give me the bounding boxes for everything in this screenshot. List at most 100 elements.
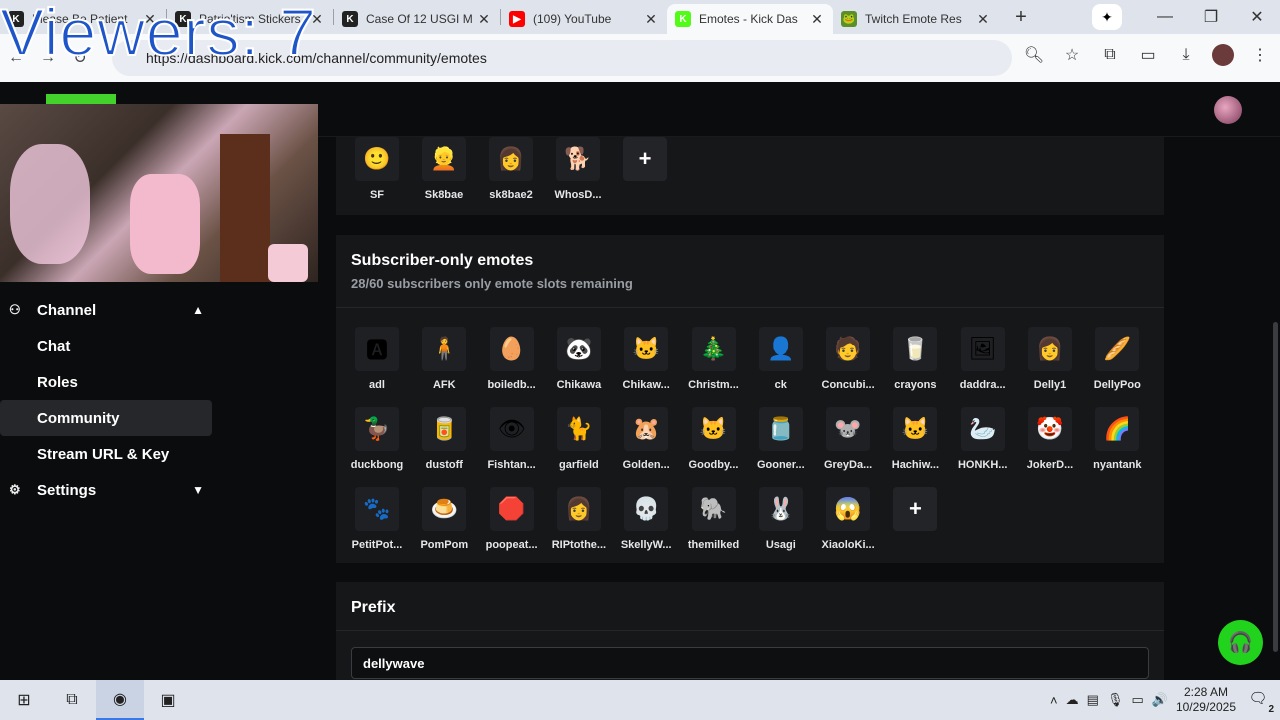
emote-tile[interactable]: 👁 Fishtan... bbox=[482, 407, 542, 471]
sidebar-channel[interactable]: ⚇ Channel ▲ bbox=[0, 292, 212, 328]
emote-tile[interactable]: 🐼 Chikawa bbox=[549, 327, 609, 391]
browser-tab[interactable]: K Case Of 12 USGI M ✕ bbox=[334, 4, 500, 34]
chevron-down-icon: ▼ bbox=[192, 483, 204, 497]
volume-icon[interactable]: 🔊 bbox=[1152, 692, 1168, 708]
tray-chevron-icon[interactable]: ˄ bbox=[1050, 693, 1058, 708]
browser-tab[interactable]: ▶ (109) YouTube ✕ bbox=[501, 4, 667, 34]
emote-tile[interactable]: 🥖 DellyPoo bbox=[1087, 327, 1147, 391]
emote-image: 👱 bbox=[422, 137, 466, 181]
tab-title: (109) YouTube bbox=[533, 12, 612, 26]
emote-tile[interactable]: 🦆 duckbong bbox=[347, 407, 407, 471]
support-chat-button[interactable]: 🎧 bbox=[1218, 620, 1263, 665]
emote-tile[interactable]: 👩 sk8bae2 bbox=[481, 137, 541, 201]
emote-tile[interactable]: 🐹 Golden... bbox=[616, 407, 676, 471]
emote-tile[interactable]: 🎄 Christm... bbox=[684, 327, 744, 391]
browser-profile-avatar[interactable] bbox=[1212, 44, 1234, 66]
emote-tile[interactable]: 🥫 dustoff bbox=[414, 407, 474, 471]
emote-tile[interactable]: 🐕 WhosD... bbox=[548, 137, 608, 201]
emote-label: Fishtan... bbox=[487, 459, 536, 471]
emote-tile[interactable]: 🐾 PetitPot... bbox=[347, 487, 407, 551]
emote-tile[interactable]: 🌈 nyantank bbox=[1087, 407, 1147, 471]
emote-tile[interactable]: 🫙 Gooner... bbox=[751, 407, 811, 471]
emote-tile[interactable]: 🐱 Chikaw... bbox=[616, 327, 676, 391]
sidebar-settings[interactable]: ⚙ Settings ▼ bbox=[0, 472, 212, 508]
add-emote-button[interactable]: + bbox=[615, 137, 675, 181]
emote-tile[interactable]: 👱 Sk8bae bbox=[414, 137, 474, 201]
download-icon[interactable]: ⤓ bbox=[1174, 46, 1198, 64]
close-window-icon[interactable]: ✕ bbox=[1234, 7, 1280, 27]
sidebar-item-chat[interactable]: Chat bbox=[0, 328, 212, 364]
emote-label: Delly1 bbox=[1033, 379, 1067, 391]
chrome-taskbar-icon[interactable]: ◉ bbox=[96, 680, 144, 720]
sidebar-item-stream-url-key[interactable]: Stream URL & Key bbox=[0, 436, 212, 472]
emote-tile[interactable]: 👩 RIPtothe... bbox=[549, 487, 609, 551]
new-tab-icon[interactable]: + bbox=[1007, 6, 1035, 29]
scrollbar-thumb[interactable] bbox=[1273, 322, 1278, 652]
task-view-icon[interactable]: ⧉ bbox=[48, 680, 96, 720]
gear-icon: ⚙ bbox=[9, 482, 21, 497]
menu-kebab-icon[interactable]: ⋮ bbox=[1248, 45, 1272, 65]
tab-close-icon[interactable]: ✕ bbox=[643, 11, 659, 28]
emote-tile[interactable]: 🅰adl bbox=[347, 327, 407, 391]
minimize-icon[interactable]: — bbox=[1142, 8, 1188, 26]
chevron-up-icon: ▲ bbox=[192, 303, 204, 317]
emote-tile[interactable]: 🐘 themilked bbox=[684, 487, 744, 551]
cloud-icon[interactable]: ☁ bbox=[1066, 692, 1079, 708]
prefix-input[interactable]: dellywave bbox=[351, 647, 1149, 679]
emote-label: AFK bbox=[432, 379, 456, 391]
tab-close-icon[interactable]: ✕ bbox=[476, 11, 492, 28]
browser-tab[interactable]: K Emotes - Kick Das ✕ bbox=[667, 4, 833, 34]
emote-tile[interactable]: 🛑 poopeat... bbox=[482, 487, 542, 551]
emote-tile[interactable]: 👩 Delly1 bbox=[1020, 327, 1080, 391]
extensions-icon[interactable]: ⧉ bbox=[1098, 46, 1122, 64]
emote-tile[interactable]: 🥚 boiledb... bbox=[482, 327, 542, 391]
emote-label: Christm... bbox=[688, 379, 739, 391]
emote-tile[interactable]: 🙂 SF bbox=[347, 137, 407, 201]
emote-tile[interactable]: 🤡 JokerD... bbox=[1020, 407, 1080, 471]
tab-close-icon[interactable]: ✕ bbox=[975, 11, 991, 28]
network-icon[interactable]: ▭ bbox=[1131, 692, 1143, 708]
sidebar-item-roles[interactable]: Roles bbox=[0, 364, 212, 400]
mic-icon[interactable]: 🎙 bbox=[1107, 692, 1124, 708]
emote-image: 💀 bbox=[624, 487, 669, 531]
emote-tile[interactable]: 🦢 HONKH... bbox=[953, 407, 1013, 471]
device-icon[interactable]: ▤ bbox=[1087, 692, 1099, 708]
add-emote-button[interactable]: + bbox=[885, 487, 945, 531]
emote-tile[interactable]: 🐰 Usagi bbox=[751, 487, 811, 551]
emote-label: Sk8bae bbox=[424, 189, 464, 201]
emote-image: 🐘 bbox=[691, 487, 736, 531]
kick-logo[interactable] bbox=[46, 94, 116, 104]
subscriber-emotes-card: Subscriber-only emotes 28/60 subscribers… bbox=[336, 235, 1164, 563]
app-taskbar-icon[interactable]: ▣ bbox=[144, 680, 192, 720]
notifications-icon[interactable]: 🗨 2 bbox=[1244, 689, 1274, 715]
browser-tab[interactable]: 🐸 Twitch Emote Res ✕ bbox=[833, 4, 999, 34]
emote-tile[interactable]: 🐱 Goodby... bbox=[684, 407, 744, 471]
cast-icon[interactable]: ▭ bbox=[1136, 45, 1160, 65]
zoom-icon[interactable]: 🔍︎ bbox=[1022, 45, 1046, 65]
emote-image: 👩 bbox=[1028, 327, 1072, 371]
start-icon[interactable]: ⊞ bbox=[0, 680, 48, 720]
emote-tile[interactable]: 🐭 GreyDa... bbox=[818, 407, 878, 471]
emote-tile[interactable]: 🧑 Concubi... bbox=[818, 327, 878, 391]
emote-tile[interactable]: 🍮 PomPom bbox=[414, 487, 474, 551]
emote-tile[interactable]: 😱 XiaoloKi... bbox=[818, 487, 878, 551]
gemini-icon[interactable]: ✦ bbox=[1092, 4, 1122, 30]
tab-title: Case Of 12 USGI M bbox=[366, 12, 473, 26]
emote-tile[interactable]: 🧍 AFK bbox=[414, 327, 474, 391]
emote-image: 🦆 bbox=[355, 407, 399, 451]
emote-image: 🅰 bbox=[355, 327, 399, 371]
tab-favicon-icon: ▶ bbox=[509, 11, 525, 27]
bookmark-star-icon[interactable]: ☆ bbox=[1060, 45, 1084, 65]
sidebar-item-community[interactable]: Community bbox=[0, 400, 212, 436]
emote-tile[interactable]: 👤 ck bbox=[751, 327, 811, 391]
emote-tile[interactable]: 🥛 crayons bbox=[885, 327, 945, 391]
emote-tile[interactable]: 🖼 daddra... bbox=[953, 327, 1013, 391]
emote-tile[interactable]: 🐈 garfield bbox=[549, 407, 609, 471]
clock[interactable]: 2:28 AM 10/29/2025 bbox=[1176, 685, 1236, 715]
emote-tile[interactable]: 🐱 Hachiw... bbox=[885, 407, 945, 471]
emote-tile[interactable]: 💀 SkellyW... bbox=[616, 487, 676, 551]
tab-close-icon[interactable]: ✕ bbox=[809, 11, 825, 28]
emote-image: 🤡 bbox=[1028, 407, 1072, 451]
restore-icon[interactable]: ❐ bbox=[1188, 7, 1234, 27]
account-avatar[interactable] bbox=[1214, 96, 1242, 124]
